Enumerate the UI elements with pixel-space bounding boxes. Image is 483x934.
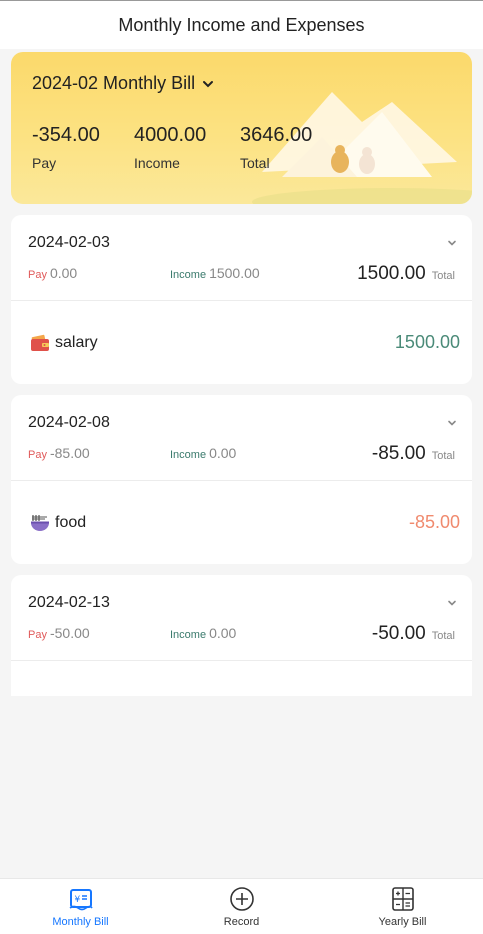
day-income: Income 0.00 [170,625,236,641]
bill-item-name: salary [55,334,98,351]
day-card: 2024-02-08 Pay -85.00 Income 0.00 -85.00… [11,395,472,564]
summary-pay: -354.00 Pay [32,124,100,171]
day-total: -50.00 Total [372,623,455,645]
bill-item-partial [11,661,472,696]
day-total-value: -50.00 [371,623,426,644]
month-label: 2024-02 Monthly Bill [32,73,196,93]
summary-total-label: Total [240,155,270,171]
day-income-value: 0.00 [209,445,237,461]
noodle-bowl-icon [31,515,49,531]
summary-total-value: 3646.00 [240,124,313,146]
day-total-label: Total [431,630,455,642]
day-total-label: Total [431,270,455,282]
summary-pay-value: -354.00 [32,124,100,146]
svg-text:¥: ¥ [74,895,80,905]
day-card: 2024-02-13 Pay -50.00 Income 0.00 -50.00… [11,575,472,696]
page-title: Monthly Income and Expenses [118,14,365,35]
tab-label: Record [223,916,260,928]
summary-income-label: Income [134,155,180,171]
day-date: 2024-02-13 [28,594,110,611]
day-pay-value: 0.00 [49,265,78,281]
bill-item[interactable]: food -85.00 [11,481,472,564]
chevron-down-icon[interactable] [446,597,458,609]
summary-income-value: 4000.00 [134,124,207,146]
day-pay: Pay -50.00 [28,625,90,641]
bill-item[interactable]: salary 1500.00 [11,301,472,384]
day-pay: Pay -85.00 [28,445,90,461]
chevron-down-icon[interactable] [446,237,458,249]
day-date: 2024-02-08 [28,414,110,431]
wallet-icon [31,334,49,351]
bill-item-name: food [55,514,87,531]
day-income-value: 0.00 [209,625,237,641]
day-header[interactable]: 2024-02-03 Pay 0.00 Income 1500.00 1500.… [11,215,472,301]
day-total: -85.00 Total [372,443,455,465]
day-pay-label: Pay [28,449,47,461]
day-date: 2024-02-03 [28,234,110,251]
page-header: Monthly Income and Expenses [0,1,483,49]
summary-income: 4000.00 Income [134,124,206,171]
tab-record[interactable]: Record [161,879,322,934]
day-card: 2024-02-03 Pay 0.00 Income 1500.00 1500.… [11,215,472,384]
day-income: Income 1500.00 [170,265,260,281]
day-header[interactable]: 2024-02-13 Pay -50.00 Income 0.00 -50.00… [11,575,472,661]
day-pay: Pay 0.00 [28,265,77,281]
day-pay-label: Pay [28,629,47,641]
day-income-label: Income [170,449,207,461]
calculator-icon [391,887,414,911]
chevron-down-icon[interactable] [446,417,458,429]
tab-monthly-bill[interactable]: ¥ Monthly Bill [0,879,161,934]
bill-item-amount: -85.00 [408,512,460,532]
chevron-down-icon [203,80,214,87]
day-total-label: Total [431,450,455,462]
day-income-label: Income [170,629,207,641]
daily-bill-list: 2024-02-03 Pay 0.00 Income 1500.00 1500.… [11,215,472,696]
day-income-value: 1500.00 [209,265,260,281]
day-total-value: -85.00 [371,443,426,464]
monthly-summary-card: 2024-02 Monthly Bill -354.00 Pay 4000.00… [11,52,472,204]
day-pay-value: -50.00 [49,625,90,641]
day-pay-label: Pay [28,269,47,281]
day-income-label: Income [170,269,207,281]
tab-label: Yearly Bill [378,916,427,928]
day-total: 1500.00 Total [357,263,455,285]
bill-item-amount: 1500.00 [394,332,460,352]
bottom-tab-bar: ¥ Monthly Bill Record Yearly Bill [0,878,483,934]
tab-yearly-bill[interactable]: Yearly Bill [322,879,483,934]
day-total-value: 1500.00 [357,263,426,284]
plus-circle-icon [229,887,254,911]
monthly-bill-icon: ¥ [69,889,93,911]
summary-pay-label: Pay [32,155,57,171]
day-header[interactable]: 2024-02-08 Pay -85.00 Income 0.00 -85.00… [11,395,472,481]
month-selector[interactable]: 2024-02 Monthly Bill [32,73,215,94]
tab-label: Monthly Bill [52,916,109,928]
day-income: Income 0.00 [170,445,236,461]
summary-total: 3646.00 Total [240,124,312,171]
day-pay-value: -85.00 [49,445,90,461]
